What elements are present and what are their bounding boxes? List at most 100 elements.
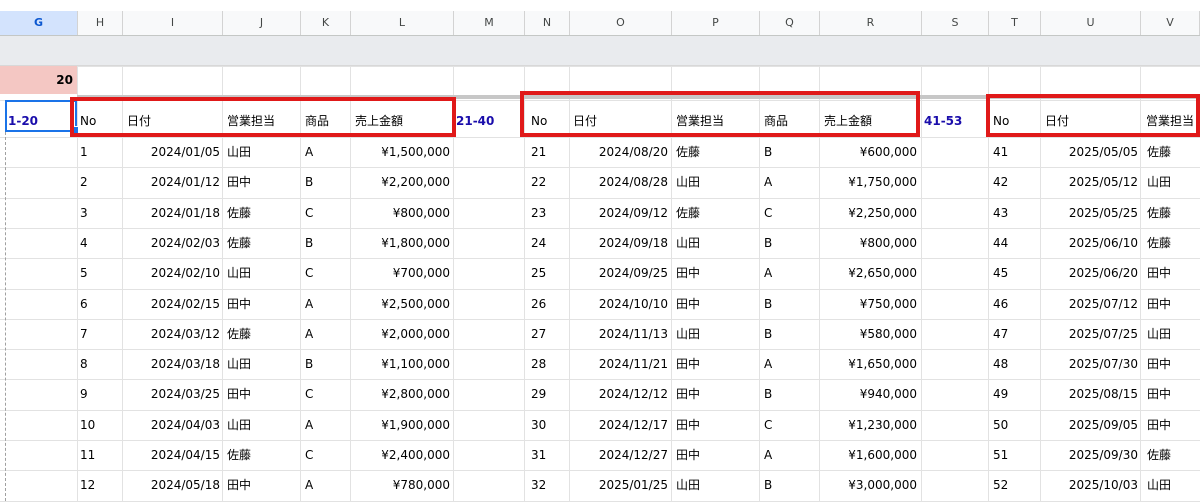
column-header-v[interactable]: V [1141, 11, 1200, 35]
table-cell[interactable]: 佐藤 [1147, 236, 1171, 250]
table-cell[interactable]: 山田 [227, 357, 251, 371]
table-header-cell[interactable]: No [531, 114, 547, 128]
table-cell[interactable]: 田中 [676, 357, 700, 371]
table-cell[interactable]: C [764, 206, 772, 220]
table-cell[interactable]: ¥2,500,000 [355, 297, 450, 311]
table-cell[interactable]: 2024/12/12 [573, 387, 668, 401]
table-cell[interactable]: 佐藤 [227, 236, 251, 250]
table-cell[interactable]: 佐藤 [676, 145, 700, 159]
table-cell[interactable]: A [305, 327, 313, 341]
table-cell[interactable]: 9 [80, 387, 88, 401]
table-cell[interactable]: ¥780,000 [355, 478, 450, 492]
table-cell[interactable]: 2025/06/20 [1045, 266, 1138, 280]
table-cell[interactable]: ¥580,000 [824, 327, 917, 341]
table-cell[interactable]: B [305, 357, 313, 371]
table-cell[interactable]: ¥800,000 [355, 206, 450, 220]
table-cell[interactable]: 田中 [227, 478, 251, 492]
table-cell[interactable]: 2024/09/18 [573, 236, 668, 250]
table-cell[interactable]: A [764, 357, 772, 371]
table-cell[interactable]: C [764, 418, 772, 432]
table-cell[interactable]: B [764, 478, 772, 492]
table-cell[interactable]: 51 [993, 448, 1008, 462]
table-cell[interactable]: ¥2,000,000 [355, 327, 450, 341]
column-header-o[interactable]: O [570, 11, 672, 35]
table-cell[interactable]: 2025/07/12 [1045, 297, 1138, 311]
table-cell[interactable]: 2025/08/15 [1045, 387, 1138, 401]
table-cell[interactable]: 43 [993, 206, 1008, 220]
table-header-cell[interactable]: 営業担当 [227, 114, 275, 128]
table-cell[interactable]: 2024/01/05 [125, 145, 220, 159]
table-cell[interactable]: 11 [80, 448, 95, 462]
table-cell[interactable]: 2024/03/12 [125, 327, 220, 341]
table-cell[interactable]: 2024/03/25 [125, 387, 220, 401]
table-cell[interactable]: A [305, 478, 313, 492]
table-cell[interactable]: 山田 [1147, 327, 1171, 341]
column-header-l[interactable]: L [351, 11, 454, 35]
table-cell[interactable]: 1 [80, 145, 88, 159]
table-cell[interactable]: 29 [531, 387, 546, 401]
table-cell[interactable]: ¥1,600,000 [824, 448, 917, 462]
table-cell[interactable]: 山田 [227, 145, 251, 159]
table-cell[interactable]: 2025/05/05 [1045, 145, 1138, 159]
table-cell[interactable]: A [764, 448, 772, 462]
table-cell[interactable]: 22 [531, 175, 546, 189]
table-cell[interactable]: 2024/12/17 [573, 418, 668, 432]
table-cell[interactable]: 47 [993, 327, 1008, 341]
table-cell[interactable]: A [764, 175, 772, 189]
table-cell[interactable]: A [305, 418, 313, 432]
table-cell[interactable]: 2024/03/18 [125, 357, 220, 371]
table-cell[interactable]: ¥600,000 [824, 145, 917, 159]
table-cell[interactable]: 2025/05/12 [1045, 175, 1138, 189]
table-cell[interactable]: 2024/12/27 [573, 448, 668, 462]
table-cell[interactable]: 田中 [227, 387, 251, 401]
table-cell[interactable]: 佐藤 [227, 448, 251, 462]
table-cell[interactable]: ¥1,500,000 [355, 145, 450, 159]
table-cell[interactable]: 2024/01/12 [125, 175, 220, 189]
table-header-cell[interactable]: 売上金額 [355, 114, 403, 128]
table-cell[interactable]: 12 [80, 478, 95, 492]
table-cell[interactable]: 佐藤 [1147, 206, 1171, 220]
table-cell[interactable]: 2024/04/15 [125, 448, 220, 462]
table-cell[interactable]: 46 [993, 297, 1008, 311]
table-cell[interactable]: A [305, 145, 313, 159]
table-cell[interactable]: 田中 [676, 387, 700, 401]
table-header-cell[interactable]: 商品 [764, 114, 788, 128]
table-cell[interactable]: 2025/07/25 [1045, 327, 1138, 341]
column-header-h[interactable]: H [78, 11, 123, 35]
table-cell[interactable]: 8 [80, 357, 88, 371]
table-cell[interactable]: 4 [80, 236, 88, 250]
table-cell[interactable]: 26 [531, 297, 546, 311]
table-header-cell[interactable]: 商品 [305, 114, 329, 128]
table-cell[interactable]: 田中 [1147, 387, 1171, 401]
table-cell[interactable]: 2025/06/10 [1045, 236, 1138, 250]
table-header-cell[interactable]: 売上金額 [824, 114, 872, 128]
table-cell[interactable]: 2024/10/10 [573, 297, 668, 311]
column-header-bar[interactable]: GHIJKLMNOPQRSTUV [0, 11, 1200, 36]
table-cell[interactable]: ¥2,800,000 [355, 387, 450, 401]
column-header-t[interactable]: T [989, 11, 1041, 35]
table-cell[interactable]: C [305, 206, 313, 220]
table-cell[interactable]: 田中 [676, 266, 700, 280]
table-cell[interactable]: 5 [80, 266, 88, 280]
table-header-cell[interactable]: No [993, 114, 1009, 128]
table-cell[interactable]: 23 [531, 206, 546, 220]
count-cell[interactable]: 20 [0, 66, 77, 94]
table-cell[interactable]: 2024/08/28 [573, 175, 668, 189]
table-cell[interactable]: 7 [80, 327, 88, 341]
table-cell[interactable]: 45 [993, 266, 1008, 280]
table-cell[interactable]: ¥3,000,000 [824, 478, 917, 492]
table-cell[interactable]: 2024/09/12 [573, 206, 668, 220]
table-cell[interactable]: 2024/02/15 [125, 297, 220, 311]
table-cell[interactable]: 田中 [1147, 418, 1171, 432]
table-cell[interactable]: ¥1,230,000 [824, 418, 917, 432]
table-cell[interactable]: 佐藤 [1147, 448, 1171, 462]
table-cell[interactable]: 2025/07/30 [1045, 357, 1138, 371]
table-cell[interactable]: ¥1,750,000 [824, 175, 917, 189]
table-cell[interactable]: 2024/09/25 [573, 266, 668, 280]
table-cell[interactable]: ¥2,200,000 [355, 175, 450, 189]
column-header-n[interactable]: N [525, 11, 570, 35]
table-cell[interactable]: A [305, 297, 313, 311]
column-header-m[interactable]: M [454, 11, 525, 35]
table-header-cell[interactable]: 日付 [573, 114, 597, 128]
table-cell[interactable]: B [764, 297, 772, 311]
